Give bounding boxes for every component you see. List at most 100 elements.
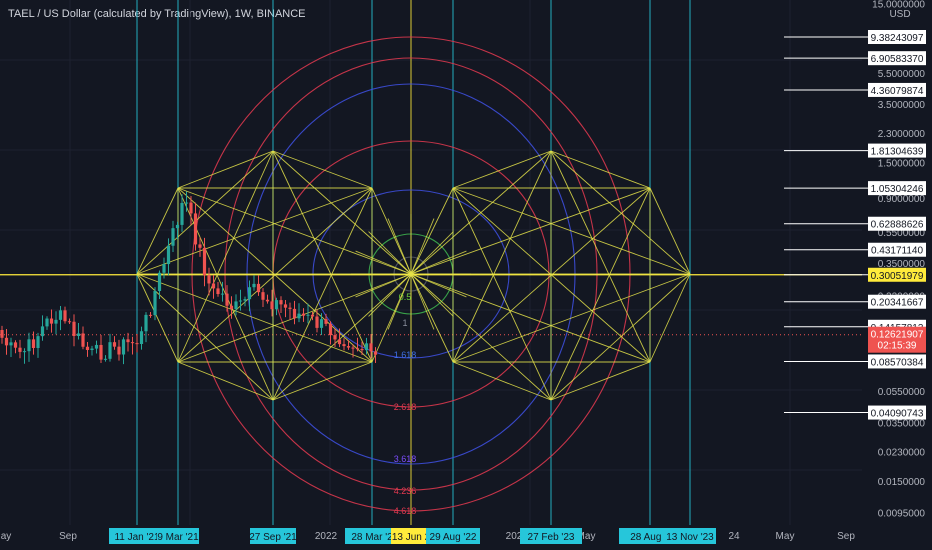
candle-body [130,342,135,344]
price-label-text: 0.62888626 [871,220,924,231]
time-axis-tick: 24 [728,531,740,542]
candle-body [148,314,153,316]
candle-body [202,247,207,276]
candle-body [211,283,216,289]
fib-level-label: 3.618 [394,454,417,464]
candle-body [126,339,130,343]
candle-body [355,348,360,350]
star-line [452,187,552,401]
candle-body [67,321,72,323]
candle-body [54,319,58,324]
candle-body [85,346,90,350]
candle-body [103,358,108,360]
fib-level-label: 2.618 [394,402,417,412]
candle-body [139,331,144,344]
date-label-text: 27 Sep '21 [249,532,297,543]
star-line [452,273,691,363]
candle-body [360,349,364,351]
candle-body [157,272,162,292]
candle-body [99,344,103,360]
price-label-text: 6.90583370 [871,54,924,65]
candle-body [238,300,243,302]
candle-body [171,228,175,246]
candle-body [229,305,234,309]
candle-body [0,330,4,338]
candle-body [220,293,225,295]
price-label-text: 1.81304639 [871,147,924,158]
time-axis-tick: Sep [837,531,855,542]
candle-body [108,342,112,359]
price-label-text: 0.20341667 [871,298,924,309]
candle-body [22,351,27,353]
current-price-text: 0.12621907 [871,330,924,341]
candle-body [31,339,36,348]
candle-body [90,348,94,350]
candle-body [346,346,351,348]
price-axis-tick: 0.0230000 [878,447,926,458]
candle-body [4,337,9,346]
price-label-text: 4.36079874 [871,86,924,97]
candle-body [265,299,270,302]
candle-body [193,213,198,245]
star-line [272,273,412,401]
candle-body [324,319,328,324]
candle-body [112,342,117,347]
fib-level-label: 0.5 [399,292,412,302]
time-axis-tick: Sep [59,531,77,542]
date-label-text: 13 Jun 2 [392,532,431,543]
candle-body [76,333,81,337]
candle-body [301,313,306,316]
candle-body [166,245,171,265]
candle-body [27,339,31,352]
candle-body [256,283,261,293]
candle-body [9,342,13,346]
date-label-text: 9 Mar '21 [157,532,199,543]
fib-level-label: 4.618 [394,506,417,516]
candle-body [81,333,85,347]
candle-body [144,314,148,332]
price-axis-tick: 5.5000000 [878,69,926,80]
candle-body [135,343,139,345]
candle-body [261,292,265,300]
price-axis-tick: 0.0350000 [878,418,926,429]
background-grid [0,0,862,525]
candle-body [216,288,220,295]
price-axis-tick: 3.5000000 [878,100,926,111]
candle-body [40,326,45,337]
star-line [136,273,274,401]
candle-body [292,308,297,319]
candle-body [153,291,157,316]
candle-body [373,351,378,355]
candle-body [297,313,301,319]
candle-body [342,344,346,347]
candle-body [121,339,126,355]
price-label-text: 1.05304246 [871,184,924,195]
fib-level-label: 4.236 [394,486,417,496]
candle-body [234,301,238,309]
candle-body [180,202,184,225]
candle-body [279,300,283,305]
candle-body [58,310,63,320]
candle-body [270,301,274,310]
price-label-text: 9.38243097 [871,33,924,44]
candle-body [283,304,288,308]
candle-body [351,347,355,349]
star-line [452,187,691,275]
candle-body [310,314,315,317]
price-label-text: 0.08570384 [871,357,924,368]
price-chart[interactable]: 0.511.6182.6183.6184.2364.61815.00000005… [0,0,932,550]
candle-body [49,318,54,324]
time-axis-tick: 2022 [315,531,338,542]
fib-level-label: 1.618 [394,350,417,360]
candle-body [364,343,369,351]
price-label-text: 0.04090743 [871,409,924,420]
date-label-text: 28 Mar '2 [351,532,393,543]
candle-body [315,316,319,328]
date-label-text: 27 Feb '23 [528,532,575,543]
candle-body [337,339,342,345]
star-line [177,187,412,275]
date-label-text: 13 Nov '23 [666,532,714,543]
date-label-text: 29 Aug '22 [430,532,477,543]
price-axis-tick: 0.0150000 [878,477,926,488]
price-axis-unit: USD [889,9,910,20]
